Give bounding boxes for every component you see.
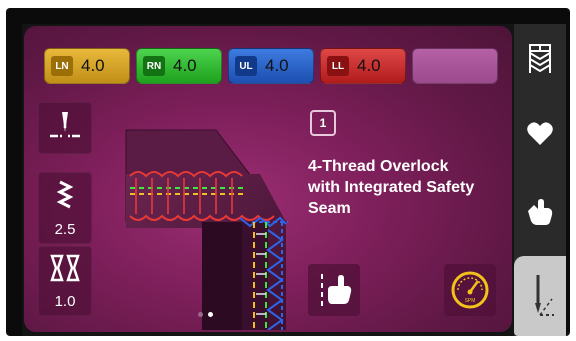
speed-button[interactable]: SPM [444, 264, 496, 316]
rn-value: 4.0 [173, 56, 197, 75]
ul-value: 4.0 [265, 56, 289, 75]
ul-code-label: UL [235, 56, 257, 76]
differential-feed-button[interactable]: 1.0 [38, 246, 92, 316]
thread-tension-rn-button[interactable]: RN 4.0 [136, 48, 222, 84]
tab-favorites[interactable] [514, 102, 566, 166]
sewing-mode-icon [535, 275, 554, 316]
page-indicator-dot-active [208, 312, 213, 317]
speed-gauge-icon: SPM [451, 271, 489, 309]
svg-text:SPM: SPM [465, 298, 476, 304]
needle-position-button[interactable] [38, 102, 92, 154]
tab-sewing-mode[interactable] [514, 256, 566, 336]
main-panel: LN 4.0 RN 4.0 UL 4.0 LL 4.0 2.5 1.0 1 4-… [24, 26, 512, 332]
ln-value: 4.0 [81, 56, 105, 75]
right-tab-panel [514, 24, 566, 336]
stitch-number-badge: 1 [310, 110, 336, 136]
thread-tension-empty-slot [412, 48, 498, 84]
stitch-name: 4-Thread Overlock with Integrated Safety… [308, 158, 475, 217]
thread-tension-ln-button[interactable]: LN 4.0 [44, 48, 130, 84]
hand-needle-icon [321, 274, 352, 306]
stitch-length-value: 2.5 [54, 221, 76, 238]
thread-tension-bar: LN 4.0 RN 4.0 UL 4.0 LL 4.0 [44, 48, 500, 86]
needle-position-icon [50, 112, 80, 138]
tab-stitch-menu[interactable] [514, 24, 566, 94]
hand-icon [528, 199, 553, 225]
stitch-length-button[interactable]: 2.5 [38, 172, 92, 244]
rn-code-label: RN [143, 56, 165, 76]
page-indicator-dot [198, 312, 203, 317]
tab-tutorial[interactable] [514, 174, 566, 250]
differential-feed-value: 1.0 [54, 293, 76, 310]
stitch-length-icon [56, 180, 74, 209]
differential-feed-icon [50, 254, 80, 282]
sewing-info-button[interactable] [308, 264, 360, 316]
stitch-illustration [120, 118, 300, 331]
heart-icon [527, 122, 553, 145]
screen: LN 4.0 RN 4.0 UL 4.0 LL 4.0 2.5 1.0 1 4-… [22, 24, 566, 336]
ln-code-label: LN [51, 56, 73, 76]
stitch-menu-icon [529, 44, 551, 73]
device-frame: LN 4.0 RN 4.0 UL 4.0 LL 4.0 2.5 1.0 1 4-… [6, 8, 570, 336]
ll-code-label: LL [327, 56, 349, 76]
thread-tension-ll-button[interactable]: LL 4.0 [320, 48, 406, 84]
ll-value: 4.0 [357, 56, 381, 75]
thread-tension-ul-button[interactable]: UL 4.0 [228, 48, 314, 84]
